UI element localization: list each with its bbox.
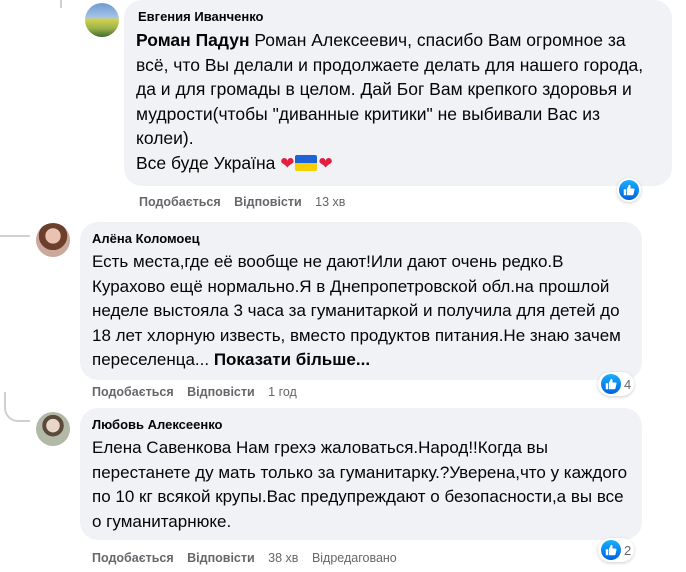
reply-button[interactable]: Відповісти xyxy=(187,385,255,399)
comment-actions: Подобається Відповісти 13 хв xyxy=(139,195,345,209)
comment-text: Есть места,где её вообще не дают!Или даю… xyxy=(92,250,630,373)
like-button[interactable]: Подобається xyxy=(92,385,174,399)
comment-bubble: Евгения Иванченко Роман Падун Роман Алек… xyxy=(124,0,672,186)
comment-bubble: Алёна Коломоец Есть места,где её вообще … xyxy=(80,222,642,380)
thread-line xyxy=(4,392,30,422)
like-icon xyxy=(601,374,621,394)
like-button[interactable]: Подобається xyxy=(139,195,221,209)
mention-link[interactable]: Роман Падун xyxy=(136,30,250,50)
separator xyxy=(260,551,263,565)
timestamp[interactable]: 13 хв xyxy=(315,195,345,209)
heart-emoji-icon: ❤ xyxy=(280,153,295,173)
like-icon xyxy=(601,540,621,560)
comment-author[interactable]: Евгения Иванченко xyxy=(138,8,660,26)
comment-author[interactable]: Любовь Алексеенко xyxy=(92,416,630,434)
like-icon xyxy=(619,180,639,200)
reaction-count: 4 xyxy=(624,376,632,392)
comment-closing: Все буде Україна xyxy=(136,152,276,173)
heart-emoji-icon: ❤ xyxy=(318,153,333,173)
separator xyxy=(226,195,229,209)
avatar[interactable] xyxy=(36,412,70,446)
reaction-summary[interactable] xyxy=(617,178,641,202)
reply-button[interactable]: Відповісти xyxy=(234,195,302,209)
timestamp[interactable]: 38 хв xyxy=(268,551,298,565)
avatar[interactable] xyxy=(36,223,70,257)
timestamp[interactable]: 1 год xyxy=(268,385,297,399)
reaction-summary[interactable]: 2 xyxy=(598,538,635,562)
comment-actions: Подобається Відповісти 38 хв Відредагова… xyxy=(92,551,397,565)
thread-line xyxy=(60,0,62,8)
see-more-link[interactable]: Показати більше... xyxy=(214,350,370,369)
avatar[interactable] xyxy=(85,3,119,37)
separator xyxy=(179,385,182,399)
separator xyxy=(303,551,306,565)
reply-button[interactable]: Відповісти xyxy=(187,551,255,565)
like-button[interactable]: Подобається xyxy=(92,551,174,565)
separator xyxy=(179,551,182,565)
comment-author[interactable]: Алёна Коломоец xyxy=(92,230,630,248)
separator xyxy=(260,385,263,399)
thread-line xyxy=(0,235,30,237)
comment-actions: Подобається Відповісти 1 год xyxy=(92,385,297,399)
edited-label[interactable]: Відредаговано xyxy=(312,551,397,565)
comment-text: Роман Падун Роман Алексеевич, спасибо Ва… xyxy=(136,28,660,176)
comment-bubble: Любовь Алексеенко Елена Савенкова Нам гр… xyxy=(80,408,642,540)
reaction-summary[interactable]: 4 xyxy=(598,372,635,396)
reaction-count: 2 xyxy=(624,542,632,558)
comment-text: Елена Савенкова Нам грехэ жаловаться.Нар… xyxy=(92,438,628,531)
separator xyxy=(307,195,310,209)
ukraine-flag-icon xyxy=(295,154,318,171)
